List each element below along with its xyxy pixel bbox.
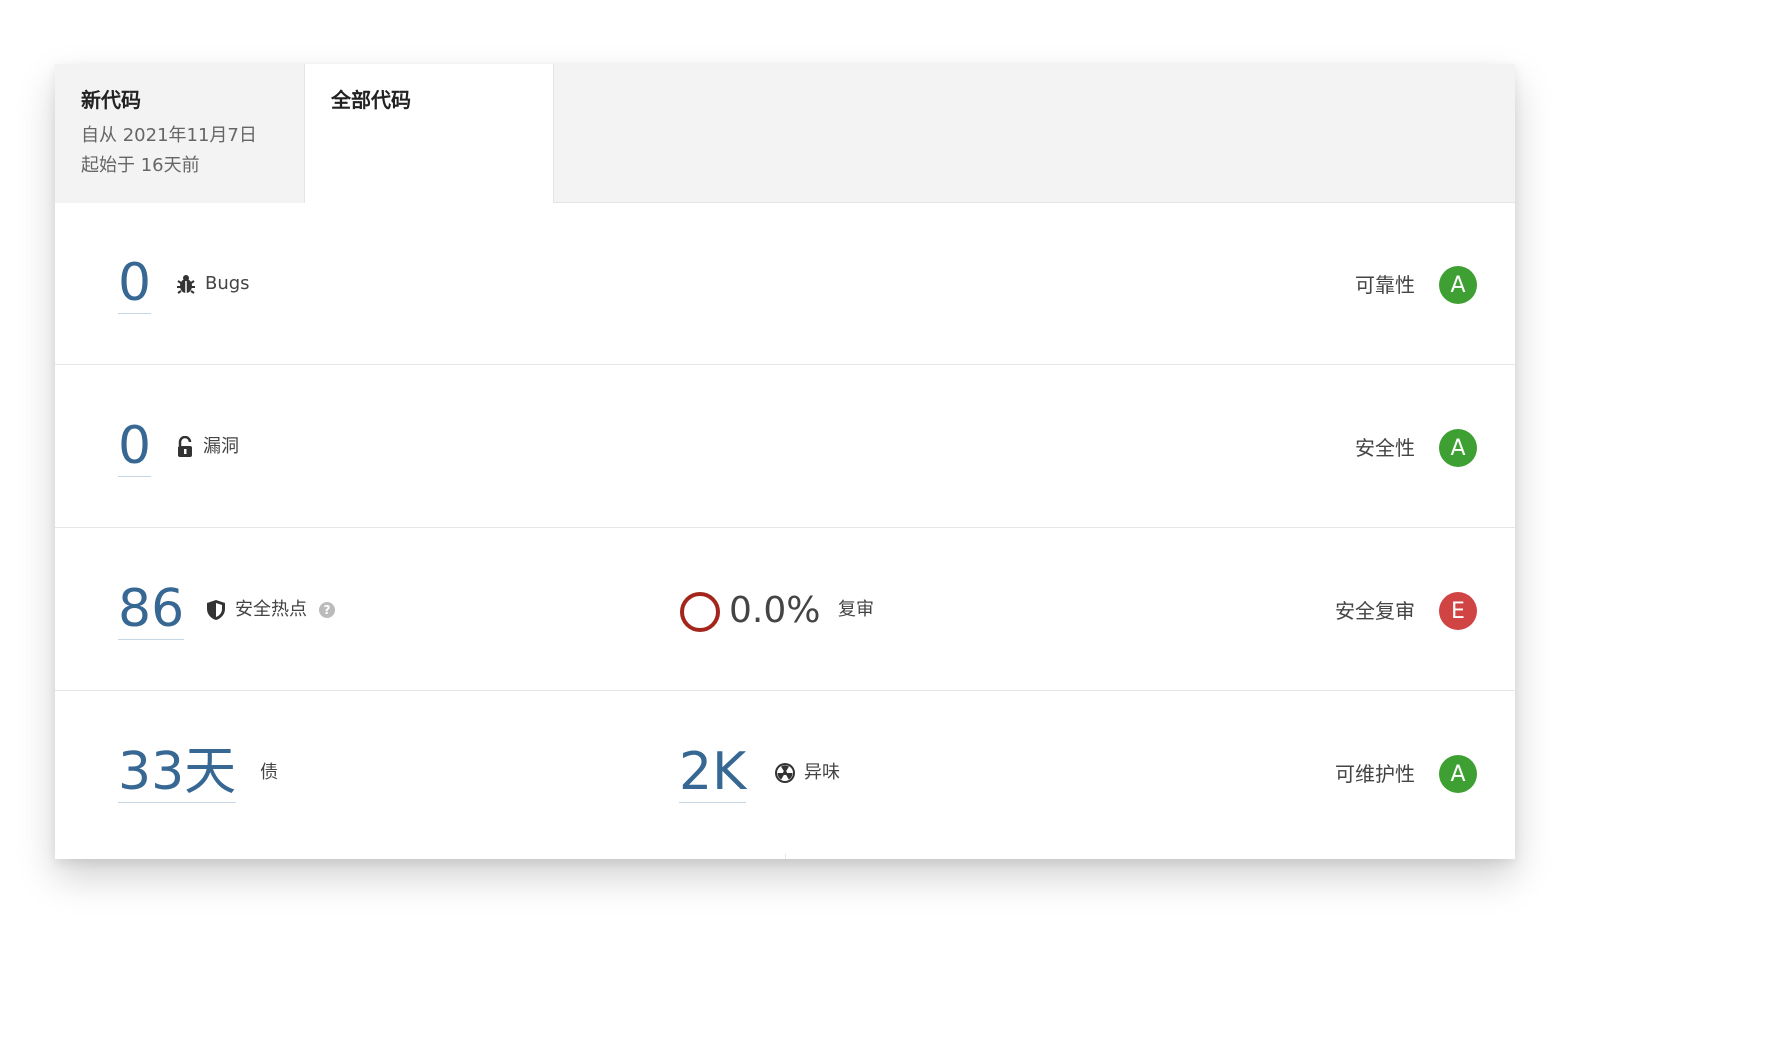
vulnerabilities-label-text: 漏洞 xyxy=(203,436,239,457)
hotspots-row: 86 安全热点 ? 0.0% 复审 安全复审 E xyxy=(55,529,1515,691)
code-smells-label-text: 异味 xyxy=(804,762,840,783)
reliability-rating-badge[interactable]: A xyxy=(1439,266,1477,304)
reviewed-progress-ring xyxy=(680,592,720,632)
radiation-icon xyxy=(774,762,796,784)
code-smells-count-link[interactable]: 2K xyxy=(679,746,747,803)
vulnerabilities-row: 0 漏洞 安全性 A xyxy=(55,366,1515,528)
security-review-label: 安全复审 xyxy=(1335,599,1415,623)
security-label: 安全性 xyxy=(1355,436,1415,460)
tab-new-code[interactable]: 新代码 自从 2021年11月7日 起始于 16天前 xyxy=(55,64,304,203)
maintainability-label: 可维护性 xyxy=(1335,762,1415,786)
shield-icon xyxy=(205,599,227,621)
tab-overall-code-title: 全部代码 xyxy=(331,88,411,112)
tab-new-code-started: 起始于 16天前 xyxy=(81,155,200,176)
hotspots-reviewed-percent[interactable]: 0.0% xyxy=(729,591,820,631)
hotspots-label: 安全热点 ? xyxy=(205,599,335,621)
hotspots-label-text: 安全热点 xyxy=(235,599,307,620)
row-divider xyxy=(785,854,786,859)
bugs-label: Bugs xyxy=(175,273,250,295)
tab-new-code-since: 自从 2021年11月7日 xyxy=(81,125,257,146)
debt-label: 债 xyxy=(260,762,278,783)
bugs-label-text: Bugs xyxy=(205,273,250,294)
vulnerabilities-count-link[interactable]: 0 xyxy=(118,420,152,477)
reliability-label: 可靠性 xyxy=(1355,273,1415,297)
measures-card: 新代码 自从 2021年11月7日 起始于 16天前 全部代码 0 Bugs 可… xyxy=(55,64,1515,859)
bug-icon xyxy=(175,273,197,295)
unlock-icon xyxy=(175,436,195,458)
bugs-row: 0 Bugs 可靠性 A xyxy=(55,203,1515,365)
tab-new-code-title: 新代码 xyxy=(81,88,141,112)
hotspots-count-link[interactable]: 86 xyxy=(118,583,185,640)
code-scope-tabs: 新代码 自从 2021年11月7日 起始于 16天前 全部代码 xyxy=(55,64,1515,203)
debt-value-link[interactable]: 33天 xyxy=(118,746,237,803)
security-review-rating-badge[interactable]: E xyxy=(1439,592,1477,630)
code-smells-label: 异味 xyxy=(774,762,840,784)
tab-overall-code[interactable]: 全部代码 xyxy=(304,64,554,203)
help-icon[interactable]: ? xyxy=(319,602,335,618)
bugs-count-link[interactable]: 0 xyxy=(118,257,152,314)
maintainability-row: 33天 债 2K 异味 可维护性 A xyxy=(55,692,1515,854)
reviewed-label: 复审 xyxy=(838,599,874,620)
security-rating-badge[interactable]: A xyxy=(1439,429,1477,467)
vulnerabilities-label: 漏洞 xyxy=(175,436,239,458)
maintainability-rating-badge[interactable]: A xyxy=(1439,755,1477,793)
